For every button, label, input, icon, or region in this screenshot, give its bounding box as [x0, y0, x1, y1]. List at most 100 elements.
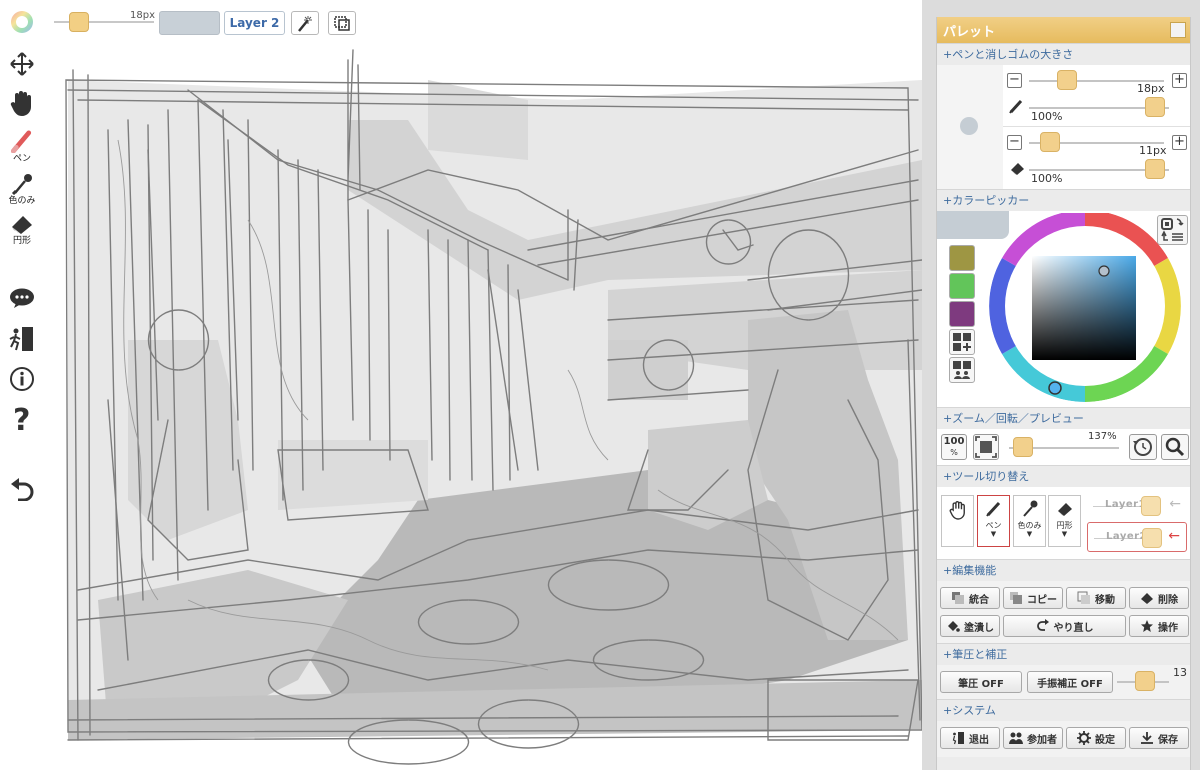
delete-button[interactable]: 削除: [1129, 587, 1189, 609]
section-system-title[interactable]: +システム: [937, 699, 1190, 721]
pressure-toggle-button[interactable]: 筆圧 OFF: [940, 671, 1022, 693]
magic-wand-button[interactable]: [291, 11, 319, 35]
magic-wand-icon: [298, 16, 312, 32]
help-icon[interactable]: ?: [4, 402, 40, 436]
participants-button[interactable]: 参加者: [1003, 727, 1063, 749]
redo-button[interactable]: やり直し: [1003, 615, 1126, 637]
size-section: − + 18px 100% − + 11px 100%: [937, 65, 1190, 189]
left-toolbar: ペン 色のみ 円形 ?: [0, 0, 48, 770]
section-color-picker-title[interactable]: +カラーピッカー: [937, 189, 1190, 211]
hand-icon[interactable]: [4, 88, 40, 118]
brush-size-label: 18px: [130, 10, 155, 21]
color-swatch-1[interactable]: [949, 245, 975, 271]
operate-button[interactable]: 操作: [1129, 615, 1189, 637]
palette-title: パレット: [943, 24, 996, 40]
tool-hand[interactable]: [941, 495, 974, 547]
tool-eraser[interactable]: 円形 ▼: [1048, 495, 1081, 547]
stabilizer-slider-knob[interactable]: [1135, 671, 1155, 691]
settings-button[interactable]: 設定: [1066, 727, 1126, 749]
move-layer-button[interactable]: 移動: [1066, 587, 1126, 609]
gear-icon: [1077, 731, 1091, 745]
section-size-title[interactable]: +ペンと消しゴムの大きさ: [937, 43, 1190, 65]
swatch-share-button[interactable]: [949, 357, 975, 383]
copy-button[interactable]: コピー: [1003, 587, 1063, 609]
layer-1-opacity-knob[interactable]: [1141, 496, 1161, 516]
zoom-reset-button[interactable]: 100 %: [941, 434, 967, 460]
grid-users-icon: [953, 361, 971, 379]
color-swatch-3[interactable]: [949, 301, 975, 327]
undo-icon[interactable]: [4, 474, 40, 504]
eyedropper-tool[interactable]: 色のみ: [4, 172, 40, 206]
zoom-section: 100 % 137%: [937, 429, 1190, 465]
system-section: 退出 参加者 設定 保存: [937, 721, 1190, 757]
participants-label: 参加者: [1027, 734, 1057, 746]
palette-panel: パレット +ペンと消しゴムの大きさ − + 18px 100% − + 11px…: [936, 17, 1191, 770]
move-layer-icon: [1077, 591, 1090, 604]
pen-size-plus-button[interactable]: +: [1172, 73, 1187, 88]
magnifier-icon: [1165, 437, 1185, 457]
color-wheel-icon[interactable]: [4, 8, 40, 36]
palette-header[interactable]: パレット: [937, 17, 1190, 43]
color-swatch-2[interactable]: [949, 273, 975, 299]
tool-eyedropper[interactable]: 色のみ ▼: [1013, 495, 1046, 547]
paint-bucket-icon: [948, 621, 960, 632]
rotate-reset-button[interactable]: [1129, 434, 1157, 460]
brush-size-slider-knob[interactable]: [69, 12, 89, 32]
pen-tool-label: ペン: [12, 154, 31, 164]
eraser-size-plus-button[interactable]: +: [1172, 135, 1187, 150]
section-tool-switch-title[interactable]: +ツール切り替え: [937, 465, 1190, 487]
fill-label: 塗潰し: [964, 622, 994, 634]
eraser-tool[interactable]: 円形: [4, 212, 40, 246]
delete-label: 削除: [1158, 594, 1178, 606]
exit-button[interactable]: 退出: [940, 727, 1000, 749]
eyedropper-icon: [1022, 500, 1037, 517]
add-swatch-button[interactable]: [949, 329, 975, 355]
drawing-canvas[interactable]: [48, 40, 922, 770]
info-icon[interactable]: [4, 364, 40, 394]
merge-button[interactable]: 統合: [940, 587, 1000, 609]
eraser-size-minus-button[interactable]: −: [1007, 135, 1022, 150]
tool-pen[interactable]: ペン ▼: [977, 495, 1010, 547]
move-icon[interactable]: [4, 50, 40, 78]
layer-row-2[interactable]: Layer2 ←: [1087, 522, 1187, 552]
exit-room-icon[interactable]: [4, 324, 40, 354]
fit-screen-button[interactable]: [973, 434, 999, 460]
eraser-size-value: 11px: [1139, 144, 1167, 157]
pen-tool[interactable]: ペン: [4, 130, 40, 164]
pen-icon: [985, 501, 1000, 517]
eraser-size-knob[interactable]: [1040, 132, 1060, 152]
svg-text:?: ?: [13, 404, 30, 434]
download-icon: [1141, 732, 1153, 744]
chat-icon[interactable]: [4, 284, 40, 312]
fill-button[interactable]: 塗潰し: [940, 615, 1000, 637]
pen-icon: [1009, 99, 1023, 114]
stabilizer-toggle-button[interactable]: 手振補正 OFF: [1027, 671, 1113, 693]
rotate-icon: [1133, 438, 1152, 456]
zoom-slider-knob[interactable]: [1013, 437, 1033, 457]
pen-opacity-knob[interactable]: [1145, 97, 1165, 117]
preview-button[interactable]: [1161, 434, 1189, 460]
color-wheel[interactable]: [987, 213, 1183, 403]
save-button[interactable]: 保存: [1129, 727, 1189, 749]
pen-size-value: 18px: [1137, 82, 1165, 95]
saturation-picker-handle[interactable]: [1098, 265, 1110, 277]
redo-label: やり直し: [1053, 622, 1094, 634]
layer-2-opacity-knob[interactable]: [1142, 528, 1162, 548]
eyedropper-tool-label: 色のみ: [8, 195, 36, 206]
layer-row-1[interactable]: Layer1 ←: [1087, 491, 1187, 521]
section-pressure-title[interactable]: +筆圧と補正: [937, 643, 1190, 665]
eraser-icon: [1057, 503, 1072, 516]
layer-select-button[interactable]: Layer 2: [224, 11, 285, 35]
tool-switch-section: ペン ▼ 色のみ ▼ 円形 ▼ Layer1 ← Layer2 ←: [937, 487, 1190, 559]
pen-size-minus-button[interactable]: −: [1007, 73, 1022, 88]
section-zoom-title[interactable]: +ズーム／回転／プレビュー: [937, 407, 1190, 429]
pen-size-knob[interactable]: [1057, 70, 1077, 90]
section-edit-title[interactable]: +編集機能: [937, 559, 1190, 581]
current-color-swatch[interactable]: [159, 11, 220, 35]
edit-section: 統合 コピー 移動 削除 塗潰し やり直し 操作: [937, 581, 1190, 643]
move-layer-label: 移動: [1095, 594, 1115, 606]
hue-picker-handle[interactable]: [1048, 381, 1062, 395]
palette-minimize-button[interactable]: [1170, 22, 1186, 38]
eraser-opacity-knob[interactable]: [1145, 159, 1165, 179]
crop-select-button[interactable]: [328, 11, 356, 35]
